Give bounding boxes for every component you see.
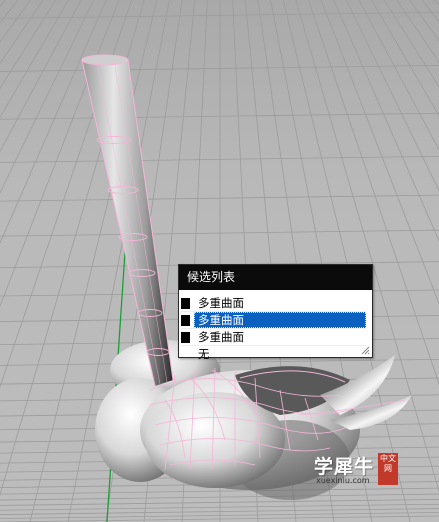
color-swatch-icon — [181, 331, 190, 343]
watermark-url: xuexiniu.com — [316, 476, 370, 485]
candidate-list[interactable]: 多重曲面 多重曲面 多重曲面 无 — [181, 295, 366, 362]
popup-title: 候选列表 — [179, 265, 372, 290]
candidate-list-popup[interactable]: 候选列表 多重曲面 多重曲面 多重曲面 无 — [178, 264, 373, 361]
list-item-label: 多重曲面 — [198, 296, 244, 310]
color-swatch-icon — [181, 314, 190, 326]
list-item-label: 无 — [198, 347, 210, 361]
list-item-none[interactable]: 无 — [181, 345, 366, 362]
list-item-label: 多重曲面 — [198, 330, 244, 344]
list-item-label: 多重曲面 — [194, 312, 366, 328]
color-swatch-icon — [181, 297, 190, 309]
watermark-text: 学犀牛 — [314, 456, 375, 478]
list-item-selected[interactable]: 多重曲面 — [181, 311, 366, 328]
3d-viewport[interactable] — [0, 0, 439, 522]
list-item[interactable]: 多重曲面 — [181, 328, 366, 345]
watermark-logo: 学犀牛 中文网 xuexiniu.com — [308, 452, 404, 490]
list-item[interactable]: 多重曲面 — [181, 295, 366, 311]
viewport-canvas[interactable] — [0, 0, 439, 522]
resize-grip-icon[interactable] — [360, 345, 370, 355]
watermark-badge: 中文网 — [378, 453, 398, 485]
empty-swatch-icon — [181, 349, 190, 360]
model-shaft — [81, 54, 174, 387]
